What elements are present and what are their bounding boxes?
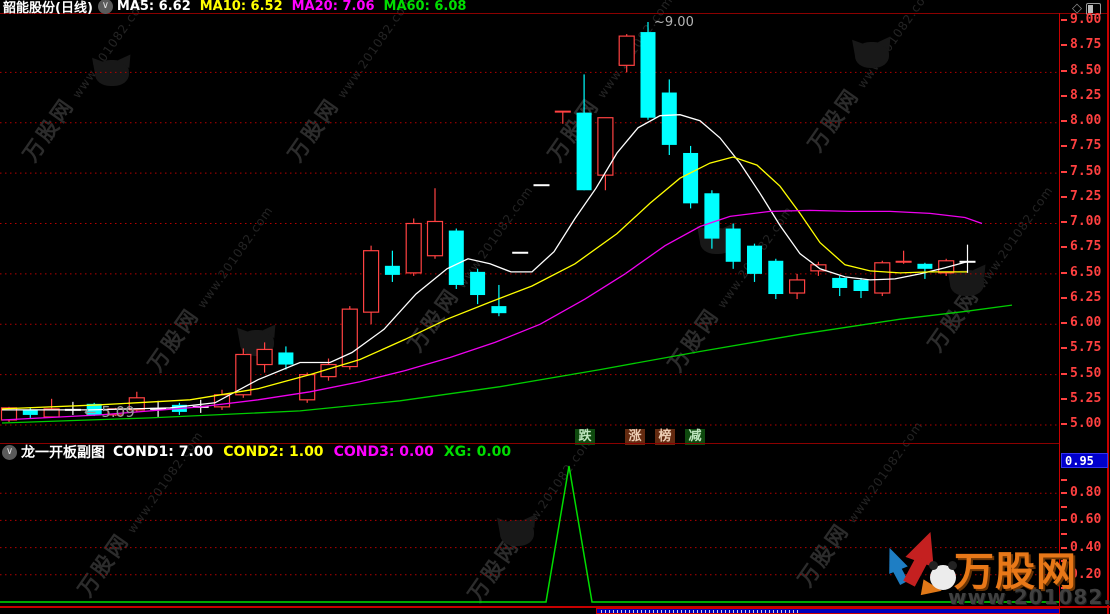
- price-axis: 0.95 9.00 8.75 8.50 8.25 8.00 7.75 7.50 7.25 7.0…: [1059, 0, 1110, 614]
- stock-app-window: { "header": { "title": "韶能股份(日线)", "ma_i…: [0, 0, 1110, 614]
- main-chart-svg: [0, 13, 1060, 427]
- cond2-label: COND2: 1.00: [223, 444, 323, 460]
- cond1-label: COND1: 7.00: [113, 444, 213, 460]
- axis-tick: [1061, 322, 1067, 324]
- axis-tick: [1061, 272, 1067, 274]
- stock-title: 韶能股份(日线): [3, 0, 93, 16]
- price-label: 7.25: [1070, 189, 1101, 204]
- axis-tick: [1061, 423, 1067, 425]
- subchart-title: 龙一开板副图: [21, 442, 105, 462]
- value-highlight-badge: 0.95: [1061, 453, 1108, 468]
- axis-tick: [1061, 479, 1067, 481]
- price-label: 5.00: [1070, 416, 1101, 431]
- ma10-label: MA10: 6.52: [200, 0, 283, 14]
- price-label: 6.75: [1070, 239, 1101, 254]
- price-label: 5.25: [1070, 391, 1101, 406]
- subchart-header-bar: ∨ 龙一开板副图 COND1: 7.00 COND2: 1.00 COND3: …: [2, 444, 521, 460]
- axis-tick: [1061, 120, 1067, 122]
- ma5-label: MA5: 6.62: [117, 0, 191, 14]
- axis-tick: [1061, 492, 1067, 494]
- axis-tick: [1061, 347, 1067, 349]
- cond3-label: COND3: 0.00: [334, 444, 434, 460]
- price-label: 8.75: [1070, 37, 1101, 52]
- chart-header-bar: 韶能股份(日线) ∨ MA5: 6.62 MA10: 6.52 MA20: 7.…: [3, 0, 475, 13]
- axis-tick: [1061, 70, 1067, 72]
- chevron-down-icon[interactable]: ∨: [2, 445, 17, 460]
- axis-tick: [1061, 246, 1067, 248]
- ma60-label: MA60: 6.08: [384, 0, 467, 14]
- price-label: 8.50: [1070, 63, 1101, 78]
- price-label: 7.50: [1070, 164, 1101, 179]
- axis-tick: [1061, 221, 1067, 223]
- ma20-label: MA20: 7.06: [292, 0, 375, 14]
- axis-tick: [1061, 519, 1067, 521]
- price-label: 7.00: [1070, 214, 1101, 229]
- price-label: 6.25: [1070, 290, 1101, 305]
- logo-url-text: www.201082.com: [948, 585, 1110, 609]
- chevron-down-icon[interactable]: ∨: [98, 0, 113, 14]
- axis-tick: [1061, 506, 1067, 508]
- axis-tick: [1061, 297, 1067, 299]
- price-label: 6.00: [1070, 315, 1101, 330]
- axis-tick: [1061, 44, 1067, 46]
- low-price-annotation: ← 5.09: [84, 403, 135, 421]
- price-label: 5.50: [1070, 366, 1101, 381]
- main-candlestick-chart[interactable]: [0, 13, 1060, 427]
- xg-label: XG: 0.00: [444, 444, 511, 460]
- price-label: 8.25: [1070, 88, 1101, 103]
- axis-tick: [1061, 95, 1067, 97]
- price-label: 5.75: [1070, 340, 1101, 355]
- axis-tick: [1061, 171, 1067, 173]
- price-label: 6.50: [1070, 265, 1101, 280]
- price-label: 7.75: [1070, 138, 1101, 153]
- price-label: 8.00: [1070, 113, 1101, 128]
- wangugwang-logo: 万股网 www.201082.com: [888, 533, 1070, 611]
- axis-tick: [1061, 373, 1067, 375]
- indicator-value-label: 0.60: [1070, 512, 1101, 527]
- axis-tick: [1061, 145, 1067, 147]
- axis-tick: [1061, 19, 1067, 21]
- red-arrow-icon: [905, 527, 944, 567]
- axis-tick: [1061, 196, 1067, 198]
- indicator-value-label: 0.80: [1070, 485, 1101, 500]
- price-label: 9.00: [1070, 12, 1101, 27]
- high-price-annotation: ~9.00: [654, 15, 694, 30]
- axis-tick: [1061, 398, 1067, 400]
